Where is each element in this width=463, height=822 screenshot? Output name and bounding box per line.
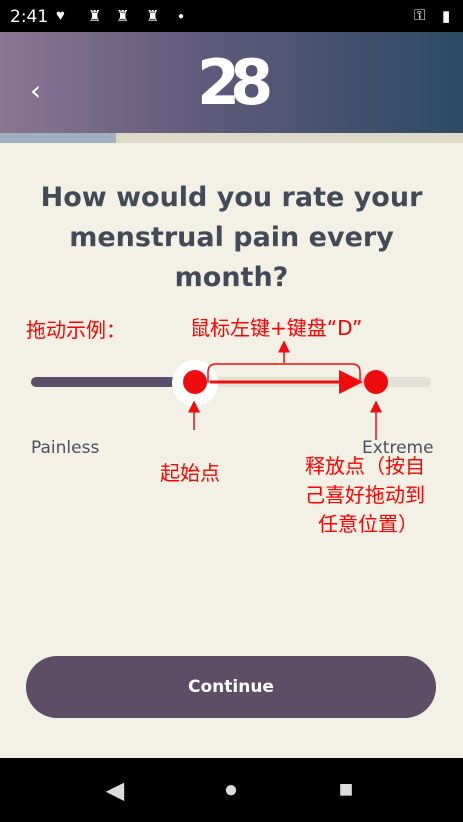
annotation-release-label-line2: 己喜好拖动到 bbox=[305, 483, 425, 507]
nav-recents-icon[interactable]: ■ bbox=[331, 776, 361, 806]
slider-min-label: Painless bbox=[31, 438, 100, 458]
annotation-release-label-line1: 释放点（按自 bbox=[305, 454, 425, 478]
system-nav-bar: ◀ ● ■ bbox=[0, 758, 463, 822]
nav-back-icon[interactable]: ◀ bbox=[100, 776, 130, 806]
continue-button[interactable]: Continue bbox=[26, 656, 436, 718]
nav-home-icon[interactable]: ● bbox=[216, 776, 246, 806]
annotation-start-label: 起始点 bbox=[160, 461, 220, 485]
annotation-release-label-line3: 任意位置） bbox=[318, 512, 418, 536]
